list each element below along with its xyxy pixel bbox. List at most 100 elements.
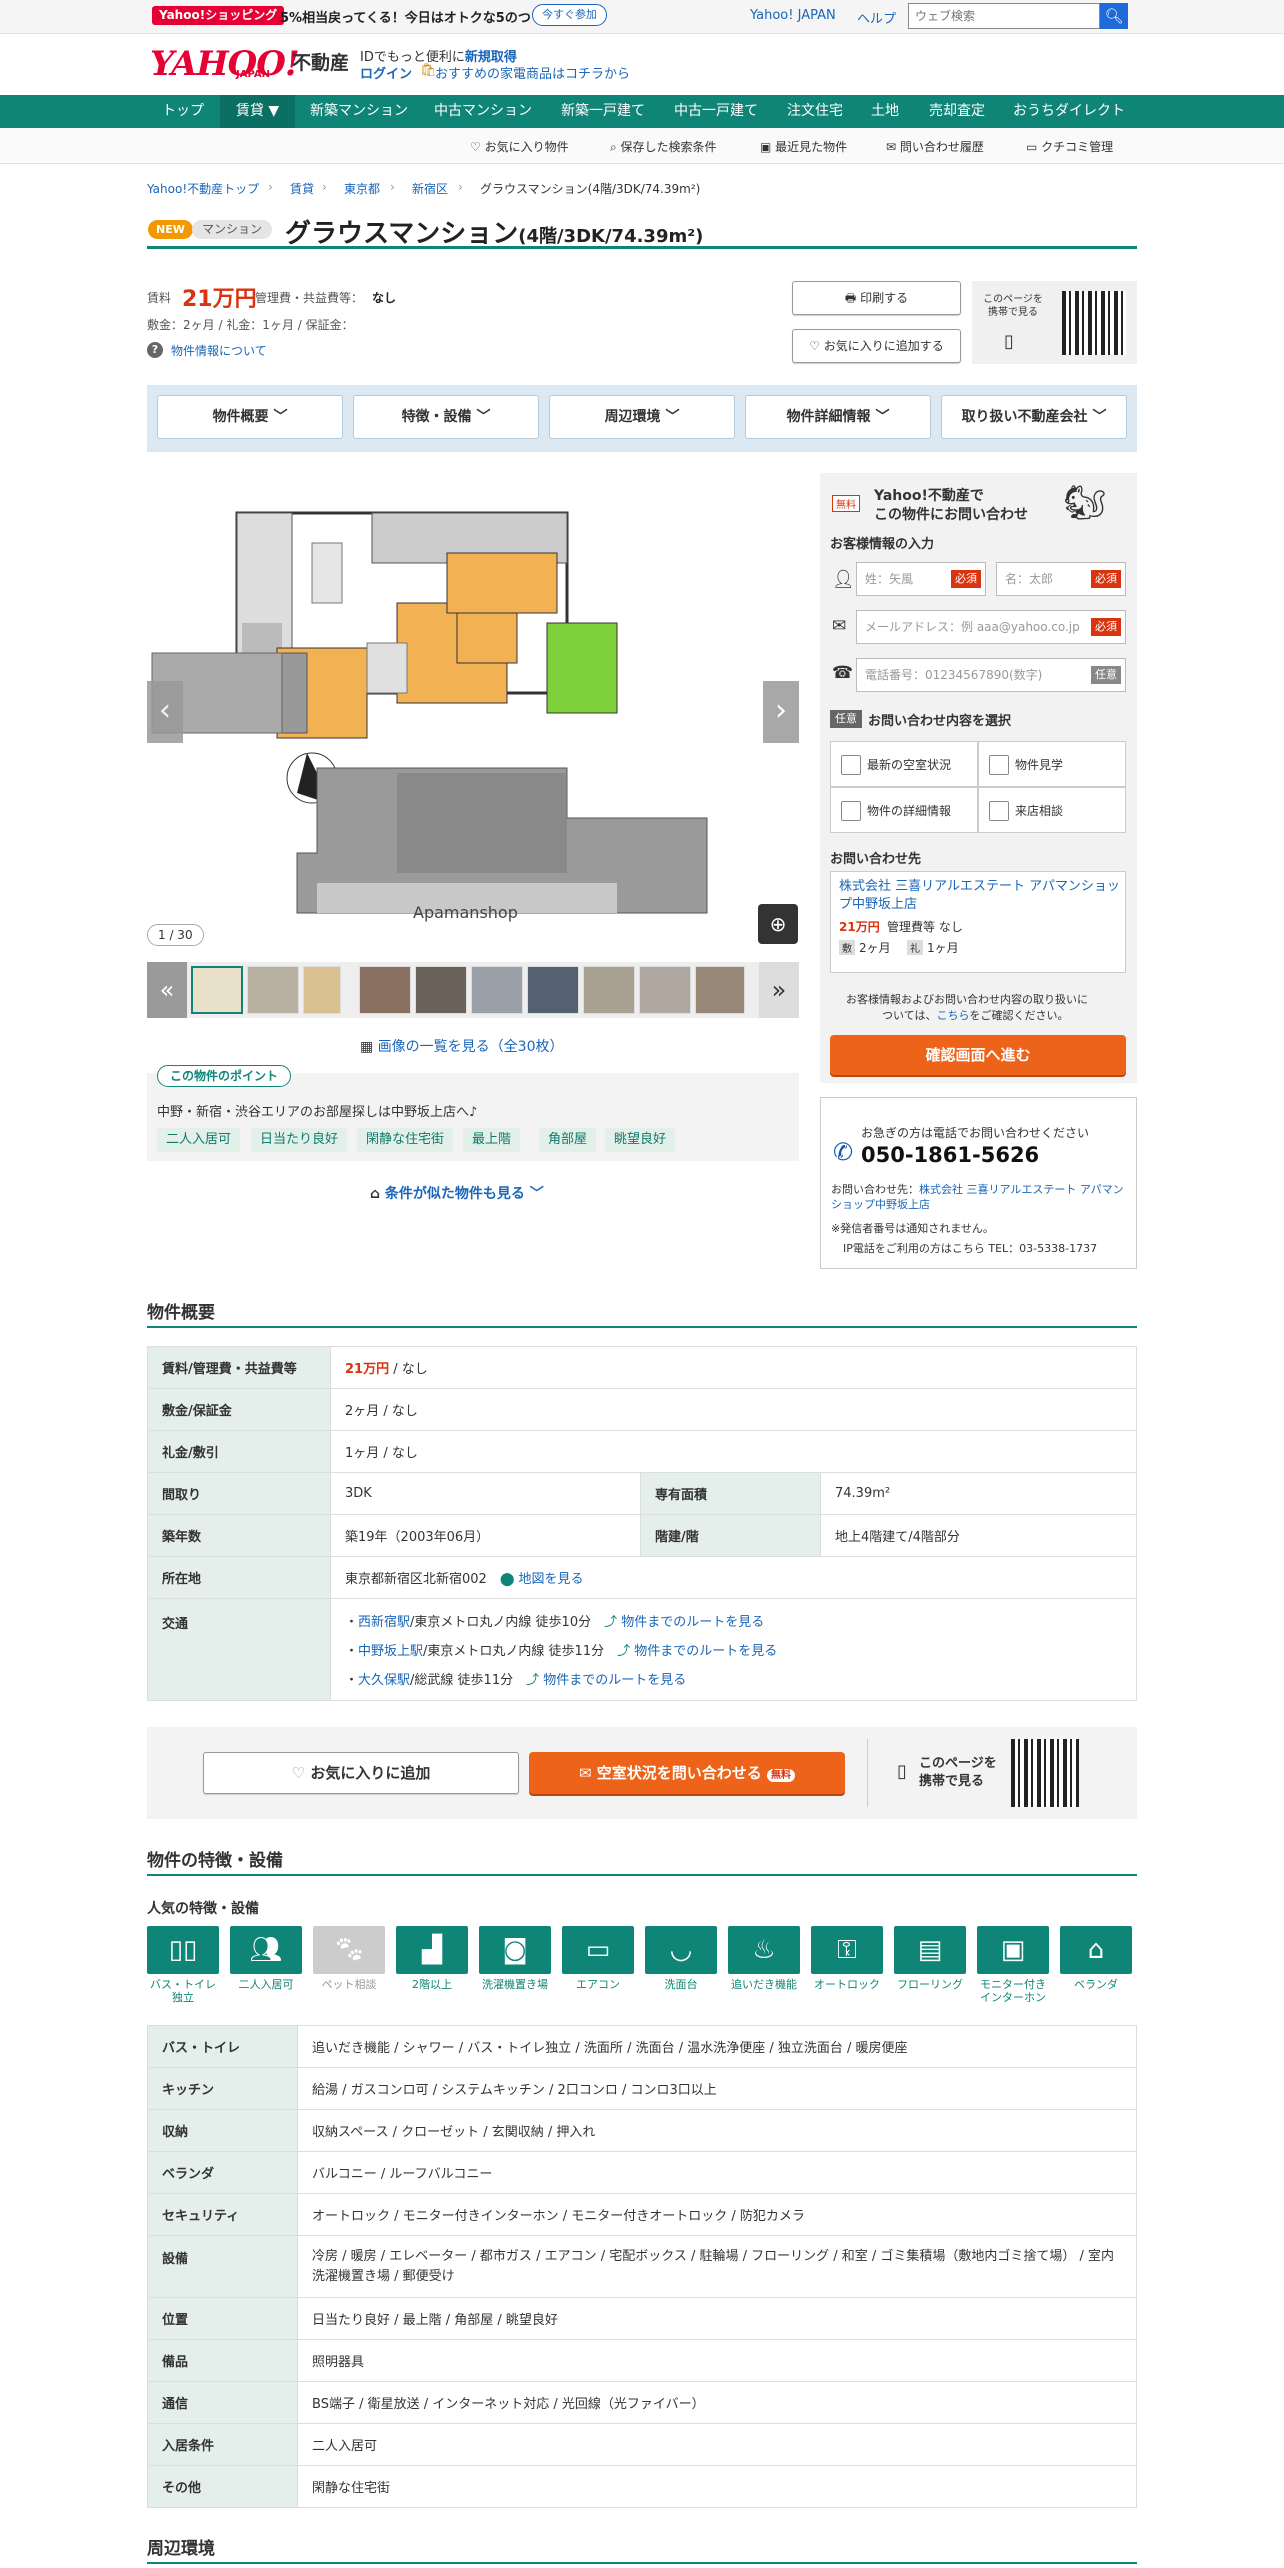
email-input[interactable]: メールアドレス：例 aaa@yahoo.co.jp 必須 [856, 610, 1126, 644]
row-value: 2ヶ月 / なし [330, 1388, 1137, 1431]
house-search-icon: ⌂ [370, 1186, 385, 1202]
overview-underline [147, 1326, 1137, 1328]
thumbnail[interactable] [471, 966, 523, 1014]
thumbnail[interactable] [527, 966, 579, 1014]
tab-agency[interactable]: 取り扱い不動産会社 ﹀ [941, 395, 1127, 439]
property-info-link[interactable]: 物件情報について [171, 342, 267, 359]
join-now-button[interactable]: 今すぐ参加 [532, 4, 607, 26]
checkbox-visit[interactable]: 物件見学 [978, 741, 1126, 787]
popular-features-label: 人気の特徴・設備 [147, 1901, 259, 1917]
thumbs-next-button[interactable]: » [759, 962, 799, 1018]
similar-properties-link[interactable]: ⌂ 条件が似た物件も見る ﹀ [370, 1183, 544, 1203]
print-button[interactable]: 🖶︎ 印刷する [792, 281, 961, 315]
confirm-button[interactable]: 確認画面へ進む [830, 1035, 1126, 1075]
page-title: グラウスマンション(4階/3DK/74.39m²) [285, 213, 703, 250]
thumbnail[interactable] [359, 966, 411, 1014]
chevron-right-icon: › [322, 180, 327, 194]
service-name[interactable]: 不動産 [292, 48, 349, 75]
table-row: その他 閑静な住宅街 [147, 2465, 1137, 2508]
subnav-reviews[interactable]: ▭ クチコミ管理 [1026, 138, 1113, 155]
tab-overview[interactable]: 物件概要 ﹀ [157, 395, 343, 439]
thumbnail[interactable] [695, 966, 745, 1014]
nav-top[interactable]: トップ [148, 95, 218, 128]
route-link[interactable]: 物件までのルートを見る [543, 1673, 686, 1688]
row-value: ・西新宿駅/東京メトロ丸ノ内線 徒歩10分 ⤴ 物件までのルートを見る ・中野坂… [330, 1598, 1137, 1701]
appliance-promo-link[interactable]: おすすめの家電商品はコチラから [435, 63, 630, 82]
row-label: 間取り [147, 1472, 331, 1515]
nav-ouchi-direct[interactable]: おうちダイレクト [1005, 95, 1133, 128]
breadcrumb-tokyo[interactable]: 東京都 [344, 180, 380, 197]
thumbnail[interactable] [247, 966, 299, 1014]
zoom-button[interactable]: ⊕ [758, 904, 798, 944]
nav-used-house[interactable]: 中古一戸建て [662, 95, 770, 128]
phone-number[interactable]: 050-1861-5626 [861, 1143, 1039, 1167]
caller-id-note: ※発信者番号は通知されません。 [831, 1222, 994, 1235]
nav-appraisal[interactable]: 売却査定 [915, 95, 999, 128]
subnav-history[interactable]: ✉ 問い合わせ履歴 [886, 138, 984, 155]
nav-land[interactable]: 土地 [860, 95, 910, 128]
row-label: 賃料/管理費・共益費等 [147, 1346, 331, 1389]
first-name-input[interactable]: 名：太郎 必須 [996, 562, 1126, 596]
breadcrumb-rent[interactable]: 賃貸 [290, 180, 314, 197]
web-search-input[interactable] [908, 3, 1100, 29]
thumbnail-strip: « » [147, 962, 799, 1018]
yahoo-shopping-badge[interactable]: Yahoo!ショッピング [152, 6, 285, 25]
feature-washbasin: ◡ 洗面台 [645, 1926, 717, 1991]
breadcrumb-top[interactable]: Yahoo!不動産トップ [147, 180, 259, 197]
thumbs-prev-button[interactable]: « [147, 962, 187, 1018]
email-placeholder: メールアドレス：例 aaa@yahoo.co.jp [865, 620, 1080, 634]
overview-heading: 物件概要 [147, 1303, 215, 1323]
mail-icon: ✉ [578, 1764, 597, 1782]
tab-details[interactable]: 物件詳細情報 ﹀ [745, 395, 931, 439]
promo-text[interactable]: 5%相当戻ってくる！今日はオトクな5のつく日 [280, 7, 557, 26]
station-link[interactable]: 西新宿駅 [358, 1615, 410, 1630]
thumbnail[interactable] [191, 966, 243, 1014]
tab-overview-label: 物件概要 [212, 409, 269, 425]
help-link[interactable]: ヘルプ [857, 8, 896, 27]
inquire-vacancy-button[interactable]: ✉ 空室状況を問い合わせる 無料 [529, 1752, 845, 1794]
tab-features[interactable]: 特徴・設備 ﹀ [353, 395, 539, 439]
add-favorite-button[interactable]: ♡ お気に入りに追加 [203, 1752, 519, 1794]
phone-input[interactable]: 電話番号：01234567890(数字) 任意 [856, 658, 1126, 692]
checkbox-details[interactable]: 物件の詳細情報 [830, 787, 978, 833]
last-name-input[interactable]: 姓：矢風 必須 [856, 562, 986, 596]
phone-heading: お急ぎの方は電話でお問い合わせください [861, 1126, 1090, 1140]
checkbox-vacancy[interactable]: 最新の空室状況 [830, 741, 978, 787]
tab-surroundings[interactable]: 周辺環境 ﹀ [549, 395, 735, 439]
breadcrumb-shinjuku[interactable]: 新宿区 [412, 180, 448, 197]
section-tabbar: 物件概要 ﹀ 特徴・設備 ﹀ 周辺環境 ﹀ 物件詳細情報 ﹀ 取り扱い不動産会社… [147, 385, 1137, 452]
station-link[interactable]: 中野坂上駅 [358, 1644, 423, 1659]
subnav-favorites[interactable]: ♡ お気に入り物件 [470, 138, 569, 155]
station-line: /東京メトロ丸ノ内線 徒歩11分 [423, 1644, 605, 1659]
checkbox-store-consult[interactable]: 来店相談 [978, 787, 1126, 833]
nav-rent[interactable]: 賃貸 ▼ [220, 95, 295, 128]
yahoo-logo[interactable]: YAHOO! [150, 44, 300, 84]
nav-new-mansion[interactable]: 新築マンション [298, 95, 420, 128]
map-link[interactable]: 地図を見る [519, 1572, 584, 1587]
subnav-saved-search[interactable]: ⌕ 保存した検索条件 [610, 138, 717, 155]
gallery-next-button[interactable]: › [763, 681, 799, 743]
thumbnail[interactable] [639, 966, 691, 1014]
station-link[interactable]: 大久保駅 [358, 1673, 410, 1688]
thumbnail[interactable] [303, 966, 341, 1014]
subnav-recent[interactable]: ▣ 最近見た物件 [760, 138, 847, 155]
route-link[interactable]: 物件までのルートを見る [621, 1615, 764, 1630]
thumbnail[interactable] [583, 966, 635, 1014]
gallery-prev-button[interactable]: ‹ [147, 681, 183, 743]
yahoo-japan-link[interactable]: Yahoo! JAPAN [750, 8, 836, 23]
thumbnail[interactable] [415, 966, 467, 1014]
reheat-bath-icon: ♨ [728, 1926, 800, 1974]
agency-link[interactable]: 株式会社 三喜リアルエステート アパマンショップ中野坂上店 [839, 878, 1121, 914]
route-link[interactable]: 物件までのルートを見る [634, 1644, 777, 1659]
search-button[interactable]: 🔍︎ [1100, 3, 1128, 29]
view-all-photos-link[interactable]: ▦ 画像の一覧を見る（全30枚） [360, 1036, 564, 1056]
nav-new-house[interactable]: 新築一戸建て [548, 95, 658, 128]
monitor-intercom-icon: ▣ [977, 1926, 1049, 1974]
nav-custom-house[interactable]: 注文住宅 [772, 95, 858, 128]
login-link[interactable]: ログイン [360, 63, 412, 82]
add-favorite-button[interactable]: ♡ お気に入りに追加する [792, 329, 961, 363]
privacy-link[interactable]: こちら [936, 1009, 969, 1022]
row-label: 位置 [147, 2297, 298, 2340]
privacy-note-2b: をご確認ください。 [969, 1009, 1069, 1022]
nav-used-mansion[interactable]: 中古マンション [424, 95, 542, 128]
